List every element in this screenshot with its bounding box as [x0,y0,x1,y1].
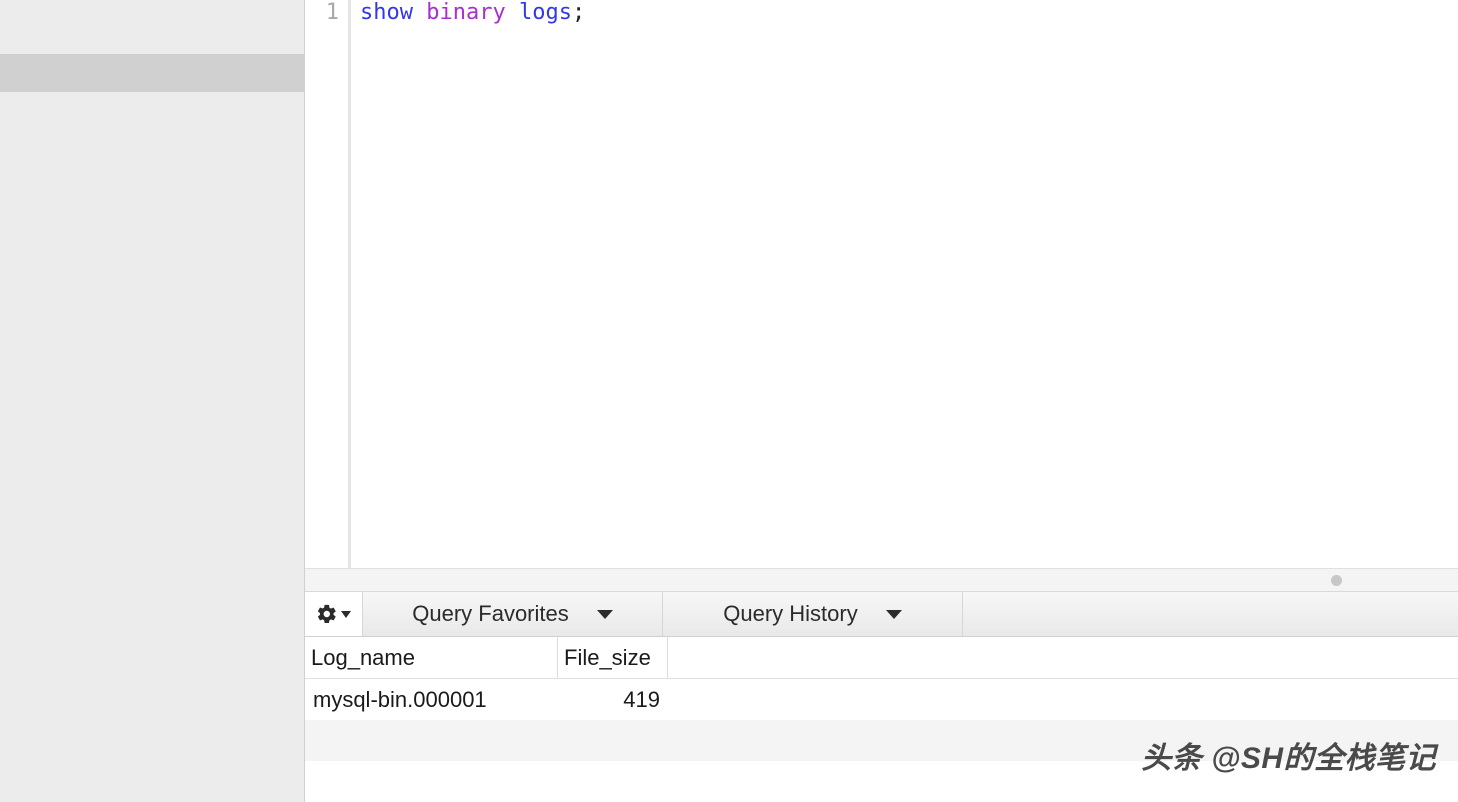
chevron-down-icon [886,610,902,619]
sidebar-selected-item[interactable] [0,54,304,92]
results-table: Log_name File_size mysql-bin.000001 419 [305,637,1458,802]
sql-editor[interactable]: 1 show binary logs; [305,0,1458,568]
chevron-down-icon [597,610,613,619]
editor-gutter: 1 [305,0,351,568]
scrollbar-knob[interactable] [1331,575,1342,586]
cell-logname: mysql-bin.000001 [305,679,558,720]
cell-filesize: 419 [558,679,668,720]
sidebar[interactable] [0,0,305,802]
table-row[interactable]: mysql-bin.000001 419 [305,679,1458,720]
query-history-dropdown[interactable]: Query History [663,592,963,636]
query-toolbar: Query Favorites Query History [305,592,1458,637]
sql-keyword-binary: binary [426,0,505,25]
sql-keyword-show: show [360,0,413,25]
main-panel: 1 show binary logs; Query Favorites Quer… [305,0,1458,802]
query-favorites-dropdown[interactable]: Query Favorites [363,592,663,636]
settings-button[interactable] [305,592,363,636]
sidebar-spacer [0,0,304,54]
column-header-empty [668,637,1458,678]
table-row-empty [305,761,1458,802]
horizontal-scrollbar[interactable] [305,568,1458,592]
caret-down-icon [341,611,351,618]
column-header-logname[interactable]: Log_name [305,637,558,678]
query-favorites-label: Query Favorites [412,601,569,627]
code-area[interactable]: show binary logs; [351,0,1458,568]
toolbar-spacer [963,592,1458,636]
table-row-empty [305,720,1458,761]
sql-semicolon: ; [572,0,585,25]
gear-icon [316,603,338,625]
query-history-label: Query History [723,601,857,627]
column-header-filesize[interactable]: File_size [558,637,668,678]
line-number: 1 [305,0,339,26]
sql-keyword-logs: logs [519,0,572,25]
results-header-row: Log_name File_size [305,637,1458,679]
